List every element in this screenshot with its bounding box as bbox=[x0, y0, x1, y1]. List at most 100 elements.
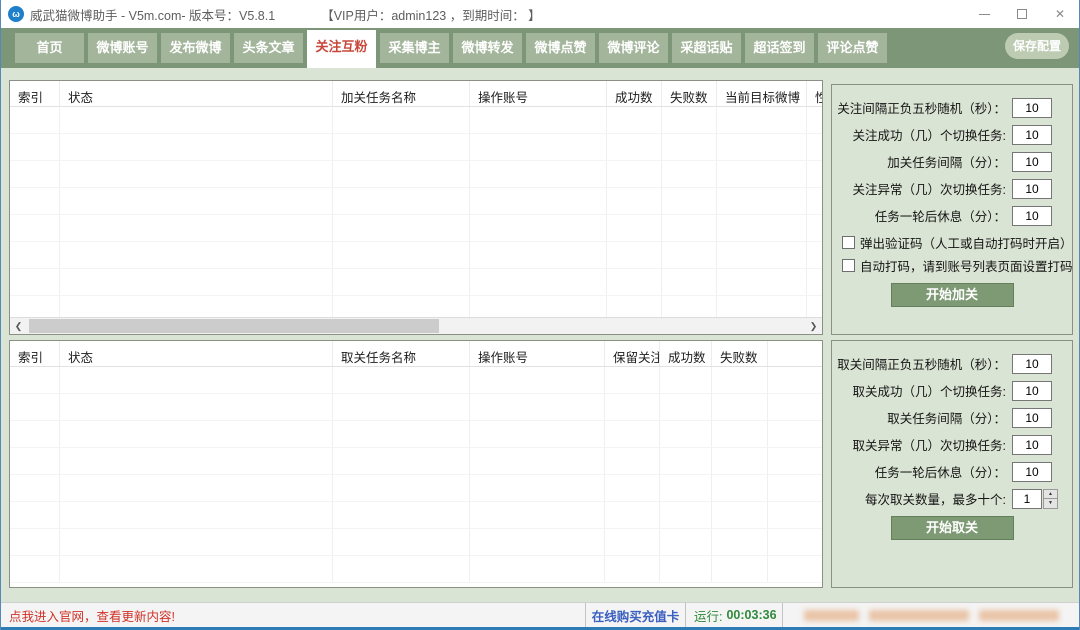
minimize-button[interactable] bbox=[965, 0, 1003, 28]
column-header[interactable] bbox=[768, 341, 823, 366]
table-row bbox=[10, 107, 822, 134]
table-cell bbox=[607, 215, 662, 241]
horizontal-scrollbar[interactable]: ❮ ❯ bbox=[10, 317, 822, 334]
save-config-button[interactable]: 保存配置 bbox=[1005, 33, 1069, 59]
tab[interactable]: 超话签到 bbox=[745, 33, 814, 63]
table-cell bbox=[470, 394, 605, 420]
runtime-status: 运行: 00:03:36 bbox=[686, 603, 783, 627]
setting-input[interactable] bbox=[1012, 381, 1052, 401]
checkbox-row[interactable]: 弹出验证码（人工或自动打码时开启） bbox=[832, 231, 1072, 254]
spinner-up-icon[interactable]: ▲ bbox=[1043, 489, 1058, 499]
scroll-left-icon[interactable]: ❮ bbox=[10, 318, 27, 334]
setting-row: 关注成功（几）个切换任务: ▲ ▼ bbox=[832, 121, 1072, 148]
official-site-link[interactable]: 点我进入官网，查看更新内容! bbox=[1, 603, 586, 627]
column-header[interactable]: 成功数 bbox=[607, 81, 662, 106]
setting-input[interactable] bbox=[1012, 152, 1052, 172]
table-cell bbox=[470, 269, 607, 295]
column-header[interactable]: 取关任务名称 bbox=[333, 341, 470, 366]
scroll-right-icon[interactable]: ❯ bbox=[805, 318, 822, 334]
tab[interactable]: 首页 bbox=[15, 33, 84, 63]
maximize-button[interactable] bbox=[1003, 0, 1041, 28]
column-header[interactable]: 状态 bbox=[60, 81, 333, 106]
table-cell bbox=[605, 529, 660, 555]
unfollow-settings-panel: 取关间隔正负五秒随机（秒）： ▲ ▼ 取关成功（几）个切换任务: ▲ ▼ bbox=[831, 340, 1073, 588]
table-cell bbox=[333, 421, 470, 447]
setting-input[interactable] bbox=[1012, 435, 1052, 455]
spinner-down-icon[interactable]: ▼ bbox=[1043, 498, 1058, 509]
table-cell bbox=[333, 134, 470, 160]
setting-input[interactable] bbox=[1012, 125, 1052, 145]
app-window: ω 威武猫微博助手 - V5m.com- 版本号：V5.8.1 【VIP用户：a… bbox=[0, 0, 1080, 630]
table-cell bbox=[605, 394, 660, 420]
table-cell bbox=[60, 448, 333, 474]
table-cell bbox=[662, 188, 717, 214]
tab[interactable]: 采集博主 bbox=[380, 33, 449, 63]
setting-input[interactable] bbox=[1012, 354, 1052, 374]
column-header[interactable]: 操作账号 bbox=[470, 341, 605, 366]
table-cell bbox=[717, 188, 807, 214]
tab[interactable]: 发布微博 bbox=[161, 33, 230, 63]
column-header[interactable]: 失败数 bbox=[712, 341, 768, 366]
tab[interactable]: 微博账号 bbox=[88, 33, 157, 63]
table-cell bbox=[768, 367, 823, 393]
tab[interactable]: 微博点赞 bbox=[526, 33, 595, 63]
column-header[interactable]: 索引 bbox=[10, 81, 60, 106]
setting-input[interactable] bbox=[1012, 462, 1052, 482]
column-header[interactable]: 索引 bbox=[10, 341, 60, 366]
table-cell bbox=[470, 215, 607, 241]
setting-label: 关注间隔正负五秒随机（秒）： bbox=[837, 98, 1006, 117]
column-header[interactable]: 保留关注 bbox=[605, 341, 660, 366]
table-cell bbox=[605, 421, 660, 447]
scrollbar-track[interactable] bbox=[27, 318, 805, 334]
close-icon: ✕ bbox=[1055, 7, 1065, 21]
buy-card-link[interactable]: 在线购买充值卡 bbox=[586, 603, 686, 627]
column-header[interactable]: 操作账号 bbox=[470, 81, 607, 106]
setting-input[interactable] bbox=[1012, 206, 1052, 226]
table-cell bbox=[662, 161, 717, 187]
setting-input[interactable] bbox=[1012, 98, 1052, 118]
table-cell bbox=[333, 215, 470, 241]
column-header[interactable]: 状态 bbox=[60, 341, 333, 366]
column-header[interactable]: 失败数 bbox=[662, 81, 717, 106]
number-spinner[interactable]: ▲ ▼ bbox=[1043, 489, 1058, 509]
close-button[interactable]: ✕ bbox=[1041, 0, 1079, 28]
table-cell bbox=[10, 215, 60, 241]
tab[interactable]: 微博转发 bbox=[453, 33, 522, 63]
checkbox[interactable] bbox=[842, 236, 855, 249]
tab[interactable]: 关注互粉 bbox=[307, 30, 376, 68]
table-row bbox=[10, 502, 822, 529]
table-cell bbox=[607, 161, 662, 187]
table-cell bbox=[807, 242, 823, 268]
checkbox[interactable] bbox=[842, 259, 855, 272]
setting-label: 取关异常（几）次切换任务: bbox=[853, 435, 1006, 454]
table-cell bbox=[470, 529, 605, 555]
table-cell bbox=[717, 134, 807, 160]
column-header[interactable]: 加关任务名称 bbox=[333, 81, 470, 106]
start-unfollow-button[interactable]: 开始取关 bbox=[891, 516, 1014, 540]
start-follow-button[interactable]: 开始加关 bbox=[891, 283, 1014, 307]
table-cell bbox=[807, 269, 823, 295]
setting-label: 关注成功（几）个切换任务: bbox=[853, 125, 1006, 144]
table-cell bbox=[662, 215, 717, 241]
scrollbar-thumb[interactable] bbox=[29, 319, 439, 333]
checkbox-row[interactable]: 自动打码，请到账号列表页面设置打码 bbox=[832, 254, 1072, 277]
setting-input[interactable] bbox=[1012, 408, 1052, 428]
follow-task-table: 索引状态加关任务名称操作账号成功数失败数当前目标微博性别 ❮ ❯ bbox=[9, 80, 823, 335]
tab[interactable]: 采超话贴 bbox=[672, 33, 741, 63]
table-cell bbox=[605, 448, 660, 474]
table-cell bbox=[712, 475, 768, 501]
tab[interactable]: 评论点赞 bbox=[818, 33, 887, 63]
column-header[interactable]: 性别 bbox=[807, 81, 823, 106]
tab[interactable]: 头条文章 bbox=[234, 33, 303, 63]
setting-input[interactable] bbox=[1012, 489, 1042, 509]
setting-row: 关注异常（几）次切换任务: ▲ ▼ bbox=[832, 175, 1072, 202]
table-cell bbox=[10, 529, 60, 555]
tab[interactable]: 微博评论 bbox=[599, 33, 668, 63]
table-cell bbox=[660, 448, 712, 474]
table-cell bbox=[607, 188, 662, 214]
setting-row: 取关成功（几）个切换任务: ▲ ▼ bbox=[832, 377, 1072, 404]
table-cell bbox=[807, 107, 823, 133]
column-header[interactable]: 成功数 bbox=[660, 341, 712, 366]
column-header[interactable]: 当前目标微博 bbox=[717, 81, 807, 106]
setting-input[interactable] bbox=[1012, 179, 1052, 199]
